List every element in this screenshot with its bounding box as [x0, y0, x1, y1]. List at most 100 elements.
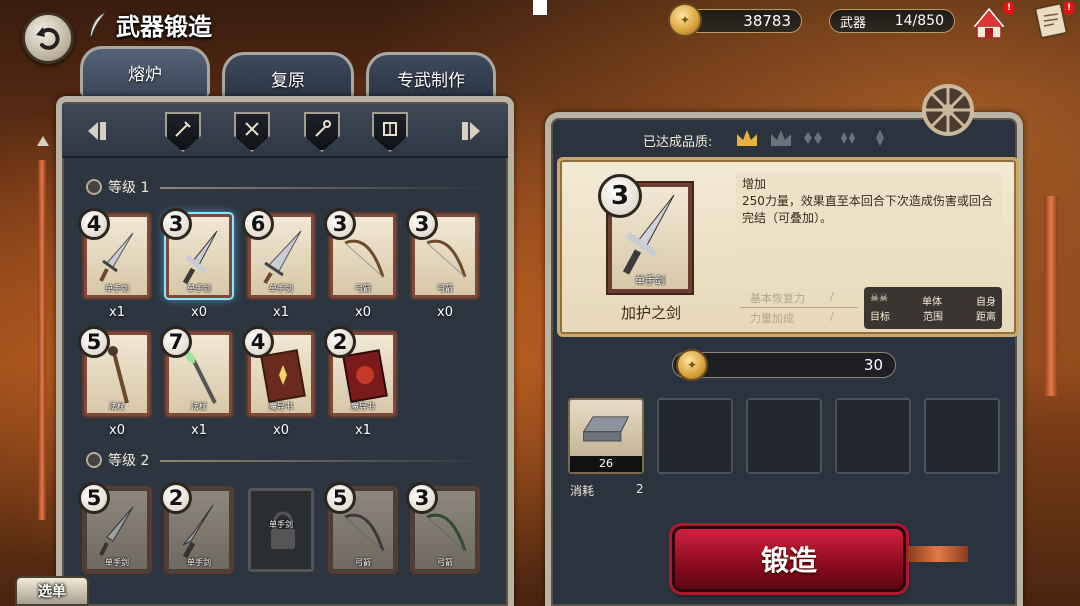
back-arrow-icon [36, 27, 60, 50]
quill-icon [89, 10, 108, 37]
description-body: 250力量，效果直至本回合下次造成伤害或回合完结（可叠加）。 [742, 194, 993, 225]
weapon-label: 武器 [840, 15, 867, 31]
weapon-type-label: 法杖 [109, 402, 125, 411]
selected-grade-badge: 3 [598, 174, 642, 218]
filter-scroll-right-icon[interactable] [452, 116, 482, 146]
grade-badge: 5 [78, 482, 110, 514]
grade-badge: 3 [324, 208, 356, 240]
tab-exclusive-craft[interactable]: 专武制作 [366, 52, 496, 102]
gem-single-icon [876, 130, 884, 146]
decor-pipe [908, 546, 968, 562]
grade-badge: 2 [324, 326, 356, 358]
material-slot-1[interactable]: 26 [568, 398, 644, 474]
crown-silver-icon [771, 130, 791, 146]
grade-badge: 4 [242, 326, 274, 358]
stat-base-recovery-label: 基本恢复力 [750, 292, 805, 305]
material-slot-4[interactable] [835, 398, 911, 474]
range-value: 自身 [976, 297, 996, 308]
weapon-type-label: 单手剑 [269, 520, 293, 529]
staff-icon [315, 120, 331, 137]
tab-furnace[interactable]: 熔炉 [80, 46, 210, 96]
lock-icon [271, 511, 295, 549]
level-1-header: 等级 1 [86, 176, 149, 198]
weapon-type-label: 魔导书 [351, 402, 375, 411]
material-slot-3[interactable] [746, 398, 822, 474]
weapon-type-label: 单手剑 [187, 284, 211, 293]
skull-icon: ☠☠ [870, 293, 888, 304]
menu-button-label: 选单 [15, 576, 89, 606]
shop-tent-icon[interactable] [972, 6, 1006, 40]
quest-alert-badge: ! [1064, 2, 1074, 14]
weapon-count: x1 [355, 423, 371, 438]
grade-badge: 6 [242, 208, 274, 240]
weapon-count: x0 [355, 305, 371, 320]
sword-icon [175, 121, 191, 137]
shop-alert-badge: ! [1004, 2, 1014, 14]
material-quantity: 26 [570, 456, 642, 472]
filter-bar [62, 104, 508, 158]
back-button[interactable] [22, 12, 74, 64]
target-value: 单体 [921, 297, 942, 308]
grade-badge: 3 [406, 208, 438, 240]
weapon-card-locked[interactable]: 单手剑 [248, 488, 314, 572]
weapon-type-label: 魔导书 [269, 402, 293, 411]
level-2-header: 等级 2 [86, 449, 149, 471]
weapon-type-label: 单手剑 [269, 284, 293, 293]
quality-label: 已达成品质: [643, 135, 713, 150]
selected-weapon-type: 单手剑 [635, 276, 665, 287]
level-1-divider [160, 187, 490, 189]
book-icon [383, 122, 397, 136]
weapon-count: x1 [273, 305, 289, 320]
weapon-type-label: 弓箭 [437, 284, 453, 293]
iron-ingot-icon [582, 416, 630, 442]
page-header: 武器锻造 [86, 6, 212, 42]
selected-weapon-name: 加护之剑 [620, 304, 681, 322]
material-slot-5[interactable] [924, 398, 1000, 474]
tab-exclusive-label: 专武制作 [397, 71, 465, 91]
gold-coin-icon: ✦ [676, 349, 708, 381]
grade-badge: 5 [324, 482, 356, 514]
weapon-count: x1 [191, 423, 207, 438]
crown-gold-icon [737, 130, 757, 146]
weapon-count: x0 [273, 423, 289, 438]
stat-separator: / [830, 290, 834, 303]
grade-badge: 3 [160, 208, 192, 240]
grade-badge: 7 [160, 326, 192, 358]
weapon-capacity: 武器 14/850 [829, 9, 955, 33]
page-title: 武器锻造 [116, 12, 212, 41]
weapon-count: x0 [109, 423, 125, 438]
target-label: 目标 [870, 312, 890, 323]
decor-pipe [1044, 196, 1058, 396]
grade-badge: 3 [406, 482, 438, 514]
description-title: 增加 [742, 177, 767, 191]
gem-pair-icon [841, 132, 855, 144]
forge-button[interactable]: 锻造 [672, 526, 906, 592]
gear-icon [86, 179, 102, 195]
weapon-type-label: 法杖 [191, 402, 207, 411]
level-2-divider [160, 460, 490, 462]
stat-divider [740, 307, 858, 308]
weapon-type-label: 弓箭 [437, 558, 453, 567]
weapon-type-label: 弓箭 [355, 558, 371, 567]
forge-button-label: 锻造 [760, 544, 817, 577]
weapon-type-label: 弓箭 [355, 284, 371, 293]
top-marker [533, 0, 547, 15]
tab-restore-label: 复原 [271, 71, 305, 91]
chevron-up-icon [37, 136, 49, 146]
consume-value: 2 [636, 482, 644, 496]
valve-wheel-icon [922, 84, 974, 136]
target-range-info: ☠☠ 单体 自身 目标 范围 距离 [864, 287, 1002, 329]
material-slot-2[interactable] [657, 398, 733, 474]
filter-scroll-left-icon[interactable] [86, 116, 116, 146]
weapon-type-label: 单手剑 [187, 558, 211, 567]
weapon-type-label: 单手剑 [105, 284, 129, 293]
stat-strength-bonus-label: 力量加成 [750, 312, 794, 325]
menu-button[interactable]: 选单 [4, 530, 100, 606]
tab-restore[interactable]: 复原 [222, 52, 354, 102]
weapon-count: x0 [191, 305, 207, 320]
forge-cost-value: 30 [863, 356, 883, 374]
tab-furnace-label: 熔炉 [128, 65, 162, 85]
stat-separator: / [830, 310, 834, 323]
level-1-label: 等级 1 [108, 180, 150, 196]
gold-value: 38783 [743, 12, 791, 30]
